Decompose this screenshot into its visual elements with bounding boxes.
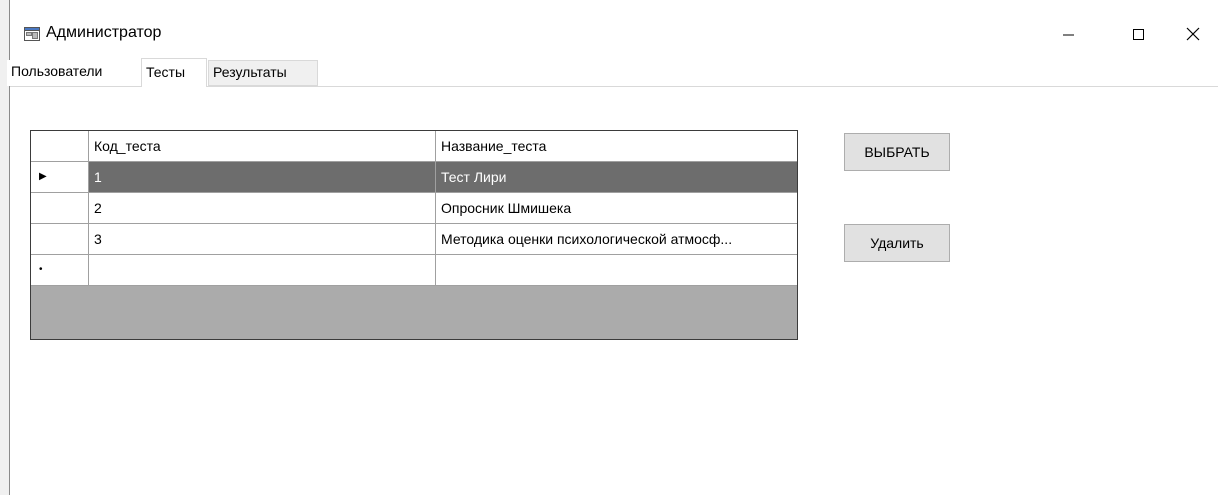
row-header[interactable]: • bbox=[31, 255, 89, 285]
cell-code[interactable]: 3 bbox=[89, 224, 436, 254]
maximize-button[interactable] bbox=[1115, 14, 1161, 52]
table-row[interactable]: 3 Методика оценки психологической атмосф… bbox=[31, 224, 797, 255]
delete-button[interactable]: Удалить bbox=[844, 224, 950, 262]
close-button[interactable] bbox=[1170, 14, 1216, 52]
column-header-code[interactable]: Код_теста bbox=[89, 131, 436, 161]
form-window-icon bbox=[24, 27, 40, 41]
tab-results[interactable]: Результаты bbox=[208, 60, 318, 86]
minimize-button[interactable] bbox=[1045, 14, 1091, 52]
grid-header-row: Код_теста Название_теста bbox=[31, 131, 797, 162]
tab-users[interactable]: Пользователи bbox=[7, 60, 137, 86]
column-header-name[interactable]: Название_теста bbox=[436, 131, 797, 161]
cell-name[interactable]: Тест Лири bbox=[436, 162, 797, 192]
cell-name[interactable]: Методика оценки психологической атмосф..… bbox=[436, 224, 797, 254]
new-row-icon: • bbox=[39, 264, 43, 275]
row-header[interactable]: ▶ bbox=[31, 162, 89, 192]
cell-code[interactable]: 2 bbox=[89, 193, 436, 223]
current-row-arrow-icon: ▶ bbox=[39, 171, 47, 182]
main-window: Администратор Пользователи Тесты Результ… bbox=[7, 0, 1218, 495]
new-row[interactable]: • bbox=[31, 255, 797, 286]
window-title: Администратор bbox=[46, 24, 162, 41]
cell-name[interactable] bbox=[436, 255, 797, 285]
tab-tests[interactable]: Тесты bbox=[141, 58, 207, 87]
cell-code[interactable]: 1 bbox=[89, 162, 436, 192]
title-bar: Администратор bbox=[10, 0, 1218, 58]
row-header-corner[interactable] bbox=[31, 131, 89, 161]
cell-name[interactable]: Опросник Шмишека bbox=[436, 193, 797, 223]
row-header[interactable] bbox=[31, 224, 89, 254]
tab-strip: Пользователи Тесты Результаты bbox=[7, 58, 1218, 87]
cell-code[interactable] bbox=[89, 255, 436, 285]
tab-page-tests: Код_теста Название_теста ▶ 1 Тест Лири 2… bbox=[10, 87, 1218, 495]
table-row[interactable]: 2 Опросник Шмишека bbox=[31, 193, 797, 224]
select-button[interactable]: ВЫБРАТЬ bbox=[844, 133, 950, 171]
row-header[interactable] bbox=[31, 193, 89, 223]
tests-grid[interactable]: Код_теста Название_теста ▶ 1 Тест Лири 2… bbox=[30, 130, 798, 340]
table-row[interactable]: ▶ 1 Тест Лири bbox=[31, 162, 797, 193]
